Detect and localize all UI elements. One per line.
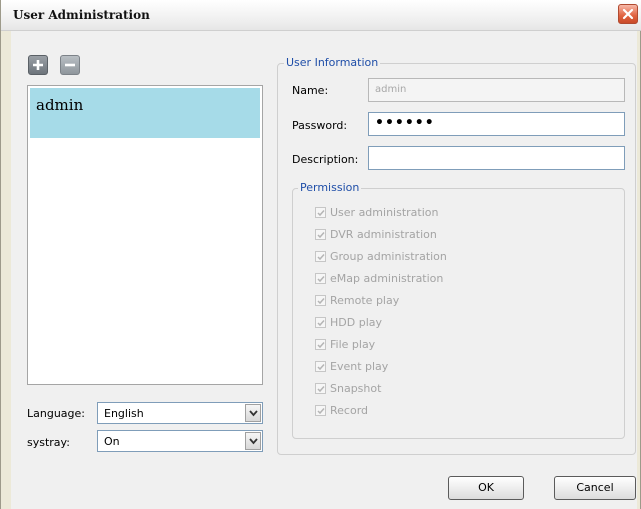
systray-dropdown-button[interactable] bbox=[245, 432, 261, 450]
description-label: Description: bbox=[292, 153, 359, 166]
password-field-value: •••••• bbox=[375, 115, 435, 131]
permission-checkbox bbox=[315, 339, 326, 350]
window-title: User Administration bbox=[13, 8, 150, 22]
name-field-value: admin bbox=[375, 84, 407, 95]
ok-button[interactable]: OK bbox=[448, 476, 524, 500]
permission-label: eMap administration bbox=[330, 272, 444, 285]
permission-label: DVR administration bbox=[330, 228, 437, 241]
permission-label: Record bbox=[330, 404, 369, 417]
permission-group bbox=[292, 188, 625, 439]
language-select-value: English bbox=[104, 407, 144, 420]
check-icon bbox=[317, 408, 325, 415]
permission-checkbox bbox=[315, 273, 326, 284]
user-list[interactable]: admin bbox=[27, 85, 263, 385]
title-bar[interactable]: User Administration bbox=[1, 0, 641, 31]
check-icon bbox=[317, 254, 325, 261]
systray-label: systray: bbox=[27, 436, 70, 449]
password-label: Password: bbox=[292, 119, 348, 132]
password-field[interactable]: •••••• bbox=[368, 112, 625, 136]
plus-icon bbox=[33, 60, 43, 70]
user-list-item[interactable]: admin bbox=[30, 88, 260, 138]
language-select[interactable]: English bbox=[97, 402, 263, 424]
check-icon bbox=[317, 320, 325, 327]
systray-select-value: On bbox=[104, 435, 120, 448]
check-icon bbox=[317, 276, 325, 283]
check-icon bbox=[317, 342, 325, 349]
permission-label: Group administration bbox=[330, 250, 447, 263]
permission-checkbox bbox=[315, 251, 326, 262]
check-icon bbox=[317, 298, 325, 305]
permission-label: User administration bbox=[330, 206, 439, 219]
permission-checkbox bbox=[315, 295, 326, 306]
permission-label: HDD play bbox=[330, 316, 382, 329]
permission-label: File play bbox=[330, 338, 376, 351]
permission-label: Event play bbox=[330, 360, 389, 373]
permission-label: Snapshot bbox=[330, 382, 382, 395]
remove-user-button[interactable] bbox=[60, 55, 80, 75]
close-icon bbox=[622, 8, 634, 20]
cancel-button[interactable]: Cancel bbox=[554, 476, 636, 500]
permission-checkbox bbox=[315, 317, 326, 328]
close-button[interactable] bbox=[618, 4, 638, 24]
permission-checkbox bbox=[315, 361, 326, 372]
add-user-button[interactable] bbox=[28, 55, 48, 75]
check-icon bbox=[317, 232, 325, 239]
chevron-down-icon bbox=[249, 438, 258, 445]
check-icon bbox=[317, 210, 325, 217]
check-icon bbox=[317, 364, 325, 371]
language-dropdown-button[interactable] bbox=[245, 404, 261, 422]
permission-label: Remote play bbox=[330, 294, 400, 307]
permission-checkbox bbox=[315, 207, 326, 218]
permission-checkbox bbox=[315, 383, 326, 394]
name-field: admin bbox=[368, 78, 625, 102]
permission-checkbox bbox=[315, 405, 326, 416]
check-icon bbox=[317, 386, 325, 393]
systray-select[interactable]: On bbox=[97, 430, 263, 452]
permission-checkbox bbox=[315, 229, 326, 240]
language-label: Language: bbox=[27, 407, 85, 420]
minus-icon bbox=[65, 63, 75, 67]
description-field[interactable] bbox=[368, 146, 625, 170]
name-label: Name: bbox=[292, 84, 329, 97]
user-information-legend: User Information bbox=[284, 56, 381, 69]
user-list-item-label: admin bbox=[36, 96, 84, 114]
chevron-down-icon bbox=[249, 410, 258, 417]
permission-legend: Permission bbox=[298, 181, 362, 194]
